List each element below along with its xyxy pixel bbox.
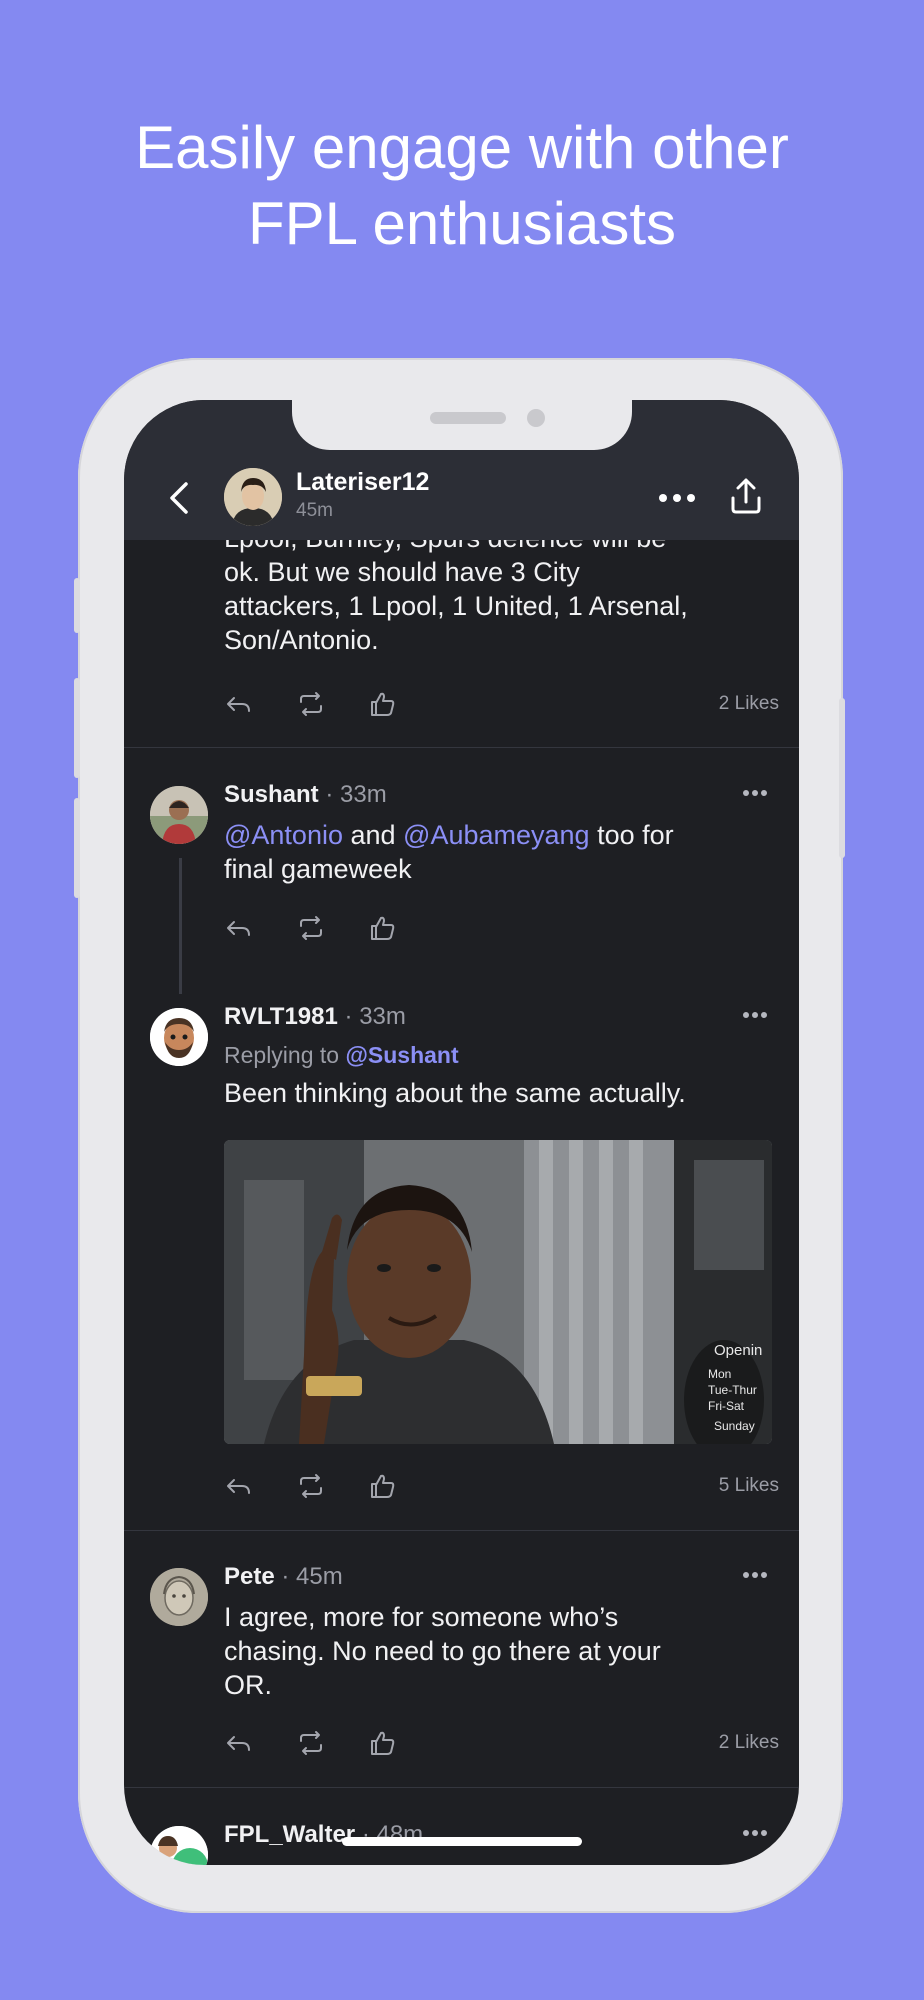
repost-icon[interactable] — [296, 1471, 326, 1501]
more-icon[interactable] — [657, 490, 697, 506]
author-name[interactable]: Pete — [224, 1563, 275, 1590]
author-name[interactable]: FPL_Walter — [224, 1821, 355, 1848]
main-post-line: attackers, 1 Lpool, 1 United, 1 Arsenal, — [224, 591, 688, 621]
mention-link[interactable]: @Sushant — [345, 1042, 458, 1068]
like-icon[interactable] — [368, 913, 398, 943]
main-post-line: ok. But we should have 3 City — [224, 557, 580, 587]
mention-link[interactable]: @Aubameyang — [403, 820, 590, 850]
reply-text-line: chasing. No need to go there at your — [224, 1636, 661, 1666]
reply-text-part: and — [342, 820, 404, 850]
reply-text-line: I agree, more for someone who’s — [224, 1602, 619, 1632]
avatar[interactable] — [150, 786, 208, 844]
likes-count[interactable]: 5 Likes — [719, 1475, 779, 1497]
likes-count[interactable]: 2 Likes — [719, 693, 779, 715]
reply-icon[interactable] — [224, 913, 254, 943]
thread-content: Lpool, Burnley, Spurs defence will be ok… — [124, 400, 799, 1865]
author-name[interactable]: Sushant — [224, 781, 319, 808]
replying-to: Replying to @Sushant — [224, 1042, 459, 1069]
header-time: 45m — [296, 500, 333, 521]
post-time: 33m — [340, 781, 387, 808]
meme-image: Openin Mon Tue-Thur Fri-Sat Sunday — [224, 1140, 772, 1444]
separator: · — [325, 781, 334, 808]
separator: · — [344, 1003, 353, 1030]
reply-text-line: OR. — [224, 1670, 273, 1700]
more-icon[interactable] — [742, 1829, 768, 1837]
phone-button — [74, 578, 80, 633]
avatar-image — [150, 1826, 208, 1865]
more-icon[interactable] — [742, 789, 768, 797]
reply-actions — [224, 913, 779, 943]
reply-author-line: RVLT1981 · 33m — [224, 1003, 406, 1031]
reply-text: Been thinking about the same actually. — [224, 1078, 686, 1108]
phone-button — [839, 698, 845, 858]
front-camera — [527, 409, 545, 427]
repost-icon[interactable] — [296, 1728, 326, 1758]
more-icon[interactable] — [742, 1011, 768, 1019]
post-time: 45m — [296, 1563, 343, 1590]
phone-button — [74, 678, 80, 778]
repost-icon[interactable] — [296, 913, 326, 943]
like-icon[interactable] — [368, 1728, 398, 1758]
reply-author-line: Sushant · 33m — [224, 781, 387, 809]
attached-image[interactable]: Openin Mon Tue-Thur Fri-Sat Sunday — [224, 1140, 772, 1444]
reply-actions: 2 Likes — [224, 1728, 779, 1758]
like-icon[interactable] — [368, 1471, 398, 1501]
main-post-actions: 2 Likes — [224, 689, 779, 719]
phone-button — [74, 798, 80, 898]
more-icon[interactable] — [742, 1571, 768, 1579]
avatar-image — [150, 1568, 208, 1626]
avatar[interactable] — [150, 1568, 208, 1626]
mention-link[interactable]: @Antonio — [224, 820, 343, 850]
like-icon[interactable] — [368, 689, 398, 719]
author-name[interactable]: RVLT1981 — [224, 1003, 338, 1030]
reply-text-line: final gameweek — [224, 854, 412, 884]
sign-text: Sunday — [714, 1419, 755, 1433]
headline-line-2: FPL enthusiasts — [248, 190, 676, 257]
reply-text: I agree, more for someone who’s chasing.… — [224, 1600, 784, 1702]
avatar-image — [224, 468, 282, 526]
sign-text: Mon — [708, 1367, 731, 1381]
headline: Easily engage with other FPL enthusiasts — [0, 110, 924, 262]
header-avatar[interactable] — [224, 468, 282, 526]
home-indicator[interactable] — [342, 1837, 582, 1846]
sign-text: Tue-Thur — [708, 1383, 757, 1397]
reply-actions: 5 Likes — [224, 1471, 779, 1501]
share-icon[interactable] — [728, 476, 764, 516]
reply-icon[interactable] — [224, 689, 254, 719]
reply-icon[interactable] — [224, 1471, 254, 1501]
likes-count[interactable]: 2 Likes — [719, 1732, 779, 1754]
reply-author-line: Pete · 45m — [224, 1563, 343, 1591]
sign-text: Openin — [714, 1342, 762, 1359]
repost-icon[interactable] — [296, 689, 326, 719]
speaker-grille — [430, 412, 506, 424]
replying-label: Replying to — [224, 1042, 346, 1068]
header-username[interactable]: Lateriser12 — [296, 468, 429, 497]
avatar-image — [150, 1008, 208, 1066]
thread-connector — [179, 858, 182, 994]
headline-line-1: Easily engage with other — [135, 114, 789, 181]
divider — [124, 1530, 799, 1531]
main-post-line: Son/Antonio. — [224, 625, 379, 655]
avatar-image — [150, 786, 208, 844]
reply-text: @Antonio and @Aubameyang too for final g… — [224, 818, 784, 886]
phone-notch — [292, 400, 632, 450]
separator: · — [281, 1563, 290, 1590]
divider — [124, 747, 799, 748]
post-time: 33m — [359, 1003, 406, 1030]
reply-icon[interactable] — [224, 1728, 254, 1758]
avatar[interactable] — [150, 1008, 208, 1066]
back-arrow-icon[interactable] — [164, 478, 194, 518]
sign-text: Fri-Sat — [708, 1399, 745, 1413]
phone-screen: Lpool, Burnley, Spurs defence will be ok… — [124, 400, 799, 1865]
avatar[interactable] — [150, 1826, 208, 1865]
main-post-text: Lpool, Burnley, Spurs defence will be ok… — [224, 521, 784, 657]
reply-text-part: too for — [589, 820, 674, 850]
divider — [124, 1787, 799, 1788]
